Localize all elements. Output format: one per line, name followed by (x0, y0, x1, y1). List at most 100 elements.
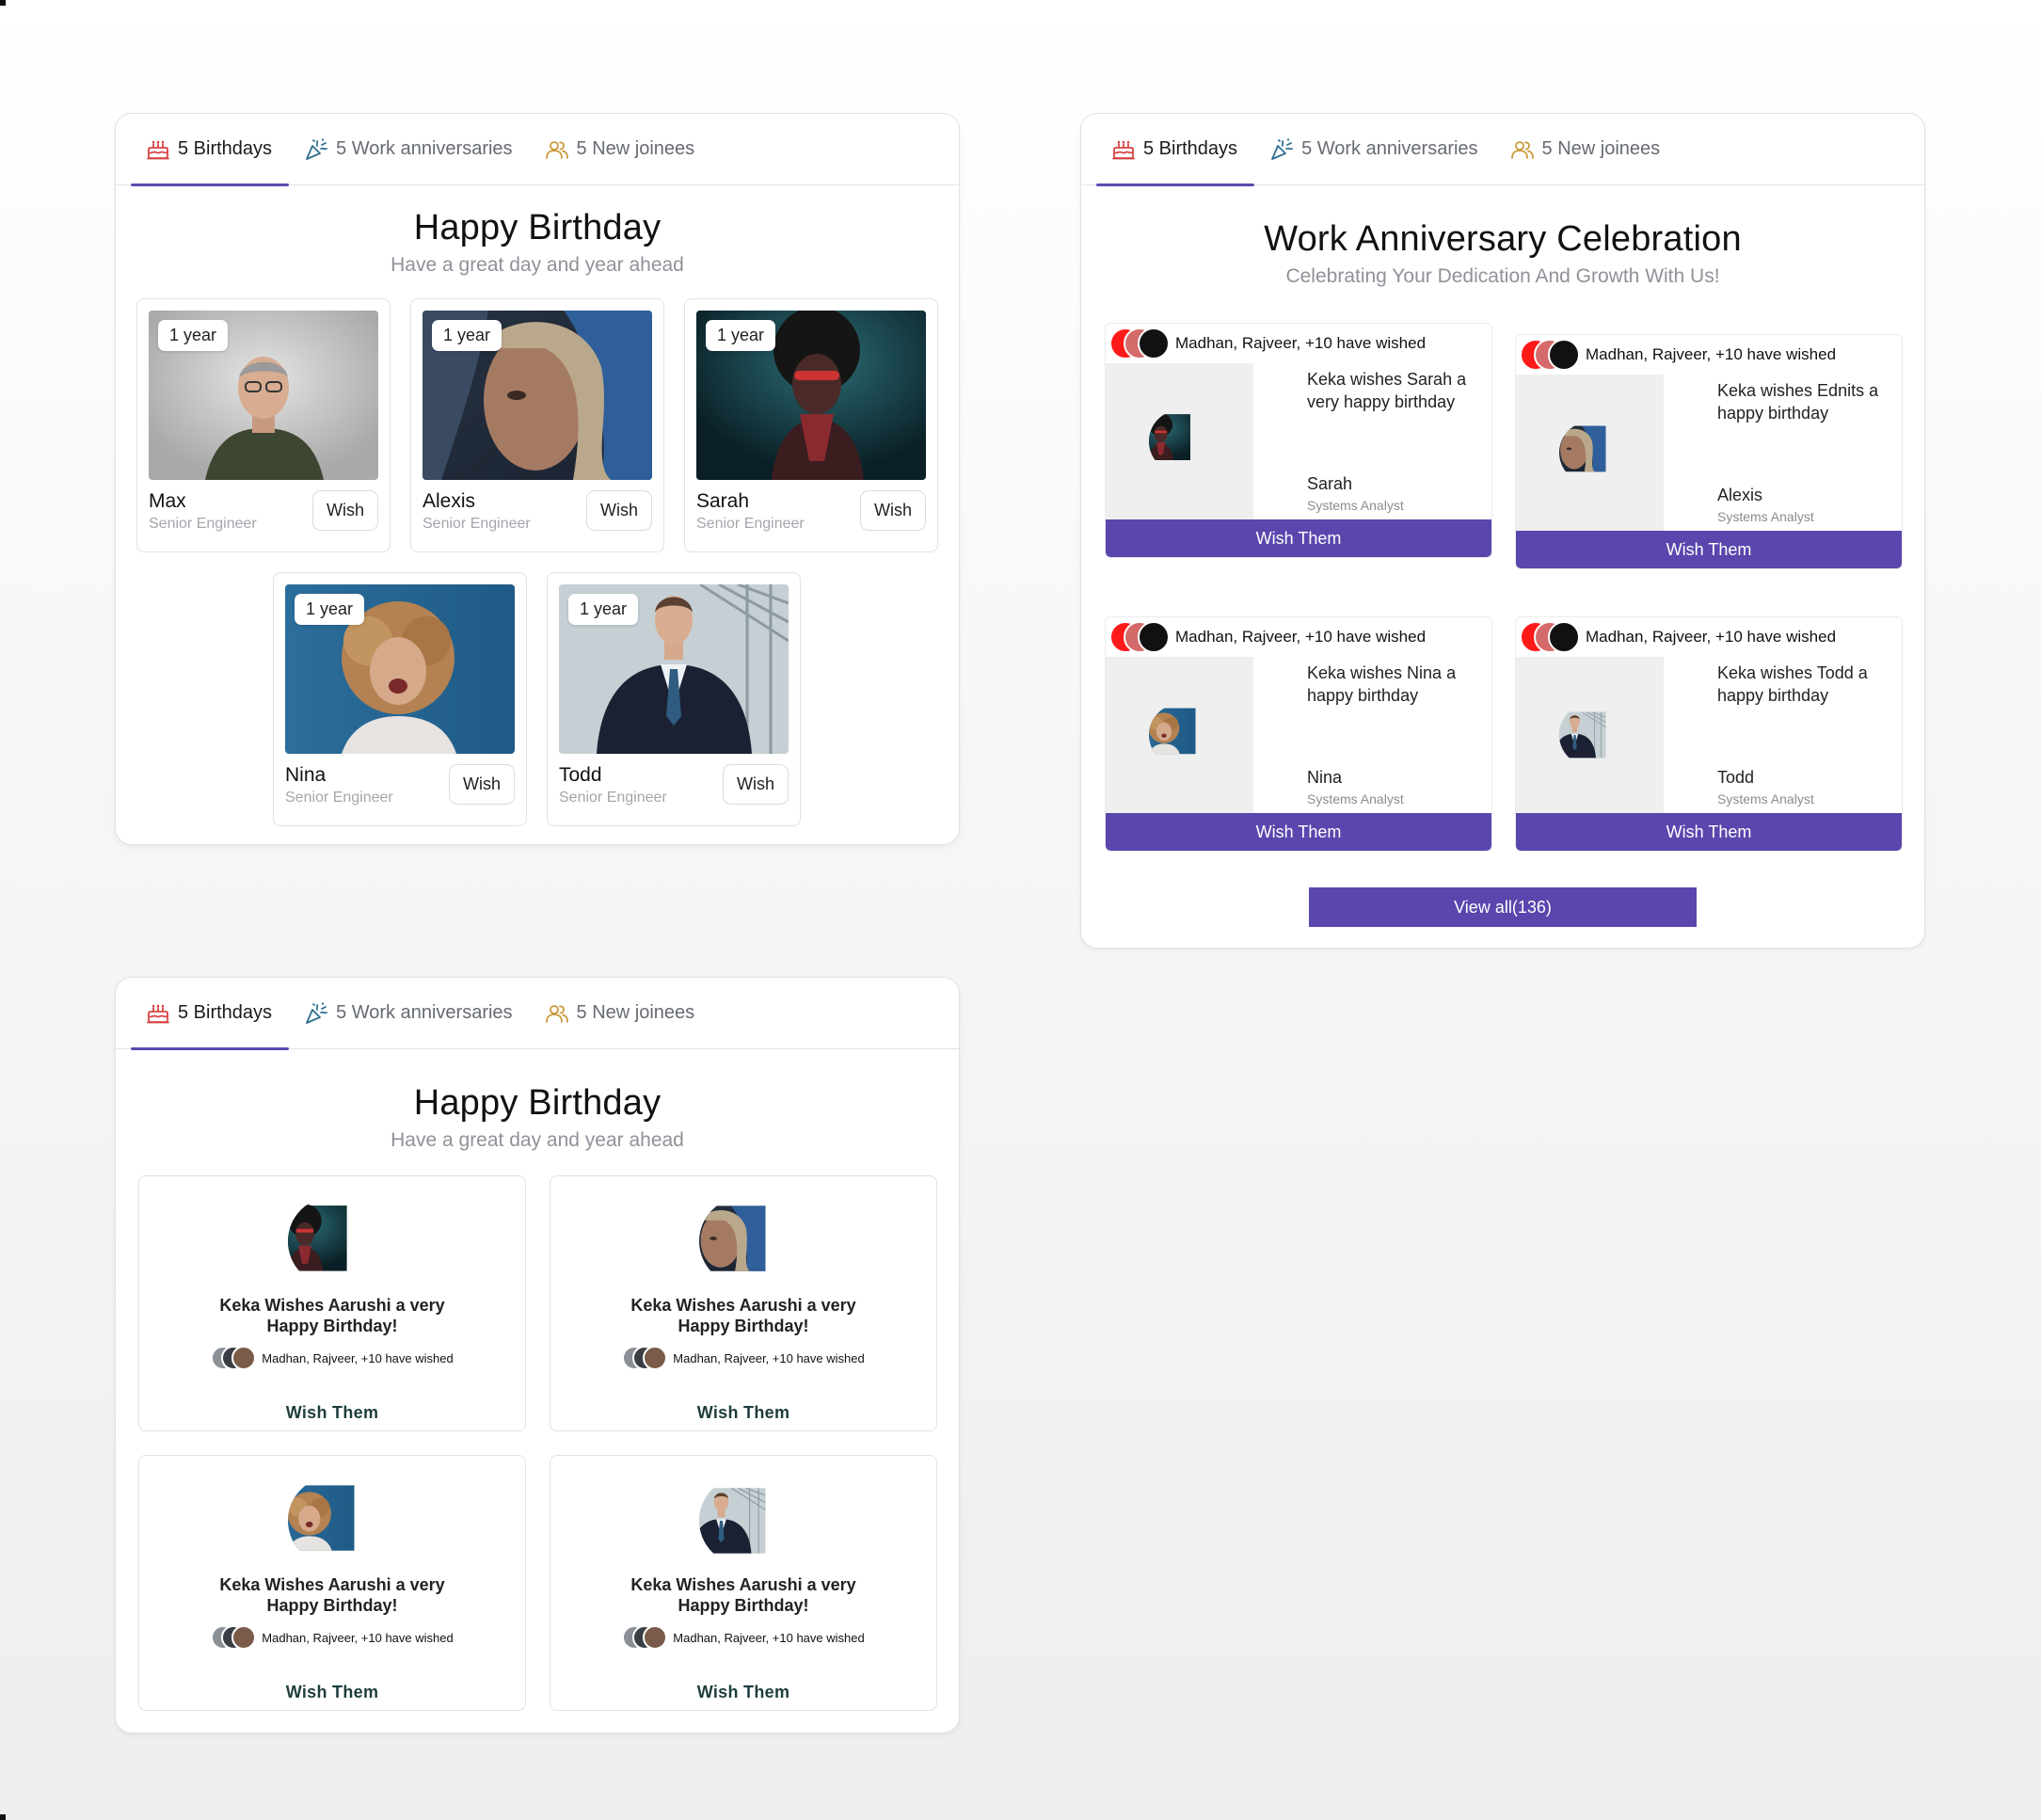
person-role: Systems Analyst (1717, 791, 1814, 806)
avatar (699, 1197, 788, 1285)
wisher-avatars (1109, 621, 1170, 653)
page-title: Work Anniversary Celebration (1264, 219, 1742, 259)
tab-birthdays[interactable]: 5 Birthdays (1096, 114, 1255, 186)
wish-button[interactable]: Wish (586, 490, 652, 531)
wish-message: Keka Wishes Aarushi a very Happy Birthda… (219, 1296, 445, 1335)
party-popper-icon (1269, 137, 1294, 162)
tab-new-joinees[interactable]: 5 New joinees (530, 114, 712, 184)
view-all-button[interactable]: View all(136) (1309, 887, 1697, 927)
people-icon (545, 137, 569, 162)
page-title: Happy Birthday (413, 1083, 662, 1123)
tenure-badge: 1 year (432, 320, 502, 351)
wish-button[interactable]: Wish (449, 764, 515, 805)
tenure-badge: 1 year (706, 320, 776, 351)
wish-them-button[interactable]: Wish Them (550, 1403, 936, 1423)
person-role: Senior Engineer (559, 790, 667, 806)
avatar (699, 1477, 788, 1565)
wished-row: Madhan, Rajveer, +10 have wished (139, 1346, 525, 1370)
avatar-thumb (1106, 363, 1253, 519)
cake-icon (1111, 137, 1136, 162)
people-icon (1510, 137, 1535, 162)
wisher-avatars (1520, 621, 1580, 653)
avatar (1559, 422, 1621, 484)
wished-row: Madhan, Rajveer, +10 have wished (1106, 617, 1491, 657)
wished-row: Madhan, Rajveer, +10 have wished (550, 1346, 936, 1370)
wish-button[interactable]: Wish (860, 490, 926, 531)
anniversary-card: Madhan, Rajveer, +10 have wished Keka wi… (1515, 616, 1903, 852)
person-role: Senior Engineer (696, 516, 805, 532)
tab-work-anniversaries-label: 5 Work anniversaries (1301, 138, 1478, 159)
birthday-card: 1 year Max Senior Engineer Wish (136, 298, 391, 552)
avatar (1149, 704, 1211, 766)
avatar-thumb (1516, 657, 1664, 813)
person-role: Systems Analyst (1307, 791, 1404, 806)
wish-button[interactable]: Wish (723, 764, 789, 805)
tab-new-joinees[interactable]: 5 New joinees (1495, 114, 1678, 184)
tab-bar: 5 Birthdays 5 Work anniversaries 5 New j… (116, 978, 959, 1050)
wisher-avatars (211, 1625, 257, 1650)
wish-them-button[interactable]: Wish Them (1106, 813, 1491, 851)
wisher-avatars (1520, 339, 1580, 371)
wished-row: Madhan, Rajveer, +10 have wished (1516, 335, 1902, 375)
wish-message: Keka wishes Sarah a very happy birthday (1307, 370, 1467, 411)
birthday-card: 1 year Nina Senior Engineer Wish (273, 572, 527, 826)
wish-message: Keka Wishes Aarushi a very Happy Birthda… (219, 1575, 445, 1615)
wish-them-button[interactable]: Wish Them (139, 1403, 525, 1423)
wisher-avatars (622, 1625, 668, 1650)
person-name: Todd (1717, 768, 1755, 787)
tab-new-joinees-label: 5 New joinees (576, 1002, 695, 1023)
party-popper-icon (304, 137, 328, 162)
wisher-avatars (211, 1346, 257, 1370)
avatar (288, 1477, 376, 1565)
wished-text: Madhan, Rajveer, +10 have wished (262, 1350, 454, 1365)
tab-work-anniversaries[interactable]: 5 Work anniversaries (289, 114, 529, 184)
wisher-avatars (622, 1346, 668, 1370)
birthday-wishes-panel: 5 Birthdays 5 Work anniversaries 5 New j… (115, 977, 960, 1733)
wish-message: Keka Wishes Aarushi a very Happy Birthda… (630, 1575, 856, 1615)
page-title: Happy Birthday (413, 208, 662, 247)
page-subtitle: Have a great day and year ahead (391, 1129, 684, 1151)
birthday-card: 1 year Sarah Senior Engineer Wish (684, 298, 938, 552)
person-name: Sarah (696, 490, 750, 512)
avatar (288, 1197, 376, 1285)
cake-icon (146, 1001, 170, 1026)
tab-bar: 5 Birthdays 5 Work anniversaries 5 New j… (1081, 114, 1924, 186)
party-popper-icon (304, 1001, 328, 1026)
wish-them-button[interactable]: Wish Them (550, 1683, 936, 1702)
tab-work-anniversaries[interactable]: 5 Work anniversaries (1254, 114, 1494, 184)
person-role: Systems Analyst (1717, 509, 1814, 524)
wish-them-button[interactable]: Wish Them (139, 1683, 525, 1702)
wished-row: Madhan, Rajveer, +10 have wished (1106, 324, 1491, 363)
tab-birthdays[interactable]: 5 Birthdays (131, 114, 290, 186)
avatar-thumb (1516, 375, 1664, 531)
wish-message: Keka wishes Nina a happy birthday (1307, 663, 1457, 705)
tab-bar: 5 Birthdays 5 Work anniversaries 5 New j… (116, 114, 959, 186)
wished-row: Madhan, Rajveer, +10 have wished (139, 1625, 525, 1650)
wished-row: Madhan, Rajveer, +10 have wished (1516, 617, 1902, 657)
wish-button[interactable]: Wish (312, 490, 378, 531)
wish-them-button[interactable]: Wish Them (1516, 813, 1902, 851)
wisher-avatars (1109, 327, 1170, 359)
person-name: Todd (559, 764, 602, 786)
work-anniversary-panel: 5 Birthdays 5 Work anniversaries 5 New j… (1080, 113, 1925, 949)
tab-new-joinees-label: 5 New joinees (1541, 138, 1661, 159)
wished-text: Madhan, Rajveer, +10 have wished (673, 1630, 865, 1645)
tenure-badge: 1 year (295, 594, 365, 625)
wished-text: Madhan, Rajveer, +10 have wished (1586, 345, 1837, 363)
wish-card: Keka Wishes Aarushi a very Happy Birthda… (550, 1455, 937, 1711)
wish-them-button[interactable]: Wish Them (1106, 519, 1491, 557)
tab-work-anniversaries-label: 5 Work anniversaries (336, 138, 513, 159)
wish-card: Keka Wishes Aarushi a very Happy Birthda… (550, 1175, 937, 1431)
tab-new-joinees[interactable]: 5 New joinees (530, 978, 712, 1048)
wished-row: Madhan, Rajveer, +10 have wished (550, 1625, 936, 1650)
tab-birthdays[interactable]: 5 Birthdays (131, 978, 290, 1050)
wish-message: Keka Wishes Aarushi a very Happy Birthda… (630, 1296, 856, 1335)
corner-mark-top-left (0, 0, 6, 6)
person-role: Senior Engineer (149, 516, 257, 532)
avatar-thumb (1106, 657, 1253, 813)
tab-work-anniversaries[interactable]: 5 Work anniversaries (289, 978, 529, 1048)
wished-text: Madhan, Rajveer, +10 have wished (1586, 628, 1837, 646)
wish-them-button[interactable]: Wish Them (1516, 531, 1902, 568)
anniversary-card: Madhan, Rajveer, +10 have wished Keka wi… (1105, 616, 1492, 852)
person-name: Nina (285, 764, 327, 786)
